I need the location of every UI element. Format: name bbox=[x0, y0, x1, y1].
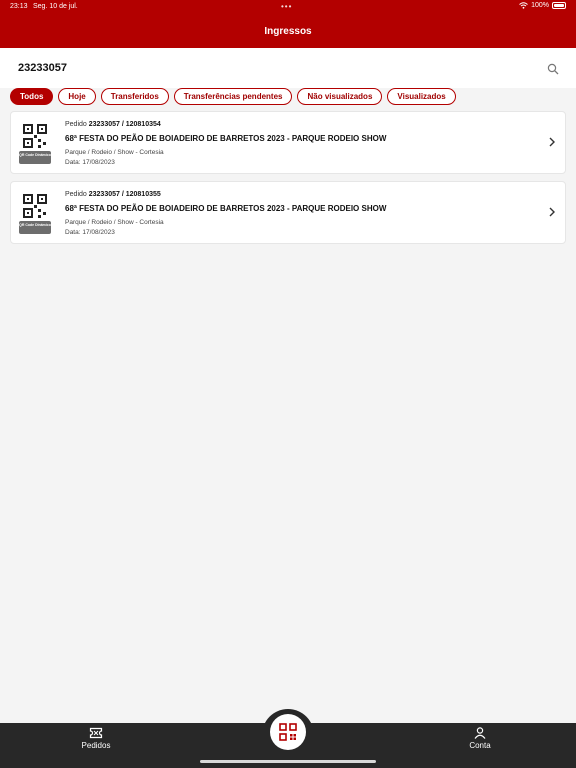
home-indicator bbox=[200, 760, 376, 763]
filter-chip-transferencias-pendentes[interactable]: Transferências pendentes bbox=[173, 88, 293, 105]
order-card[interactable]: QR Code Dinâmico Pedido 23233057 / 12081… bbox=[10, 111, 566, 174]
search-input[interactable]: 23233057 bbox=[18, 62, 67, 74]
qr-scan-button[interactable] bbox=[270, 714, 306, 750]
status-date: Seg. 10 de jul. bbox=[33, 3, 78, 10]
qr-scan-icon bbox=[279, 723, 297, 741]
event-date: Data: 17/08/2023 bbox=[65, 159, 115, 166]
event-date: Data: 17/08/2023 bbox=[65, 229, 115, 236]
chevron-right-icon[interactable] bbox=[549, 137, 555, 147]
tab-conta[interactable]: Conta bbox=[450, 727, 510, 750]
status-time: 23:13 bbox=[10, 3, 28, 10]
ticket-icon bbox=[89, 727, 103, 739]
multitask-dots-icon[interactable]: ••• bbox=[281, 2, 292, 11]
qr-code-thumbnail: QR Code Dinâmico bbox=[19, 194, 51, 234]
filter-chip-nao-visualizados[interactable]: Não visualizados bbox=[297, 88, 383, 105]
event-category: Parque / Rodeio / Show - Cortesia bbox=[65, 219, 164, 226]
battery-icon bbox=[552, 2, 566, 9]
qr-code-icon bbox=[23, 124, 47, 148]
app-header: 23:13 Seg. 10 de jul. ••• 100% Ingressos bbox=[0, 0, 576, 48]
wifi-icon bbox=[519, 2, 528, 9]
order-prefix: Pedido bbox=[65, 121, 87, 128]
filter-chip-visualizados[interactable]: Visualizados bbox=[387, 88, 456, 105]
qr-code-icon bbox=[23, 194, 47, 218]
filter-chip-hoje[interactable]: Hoje bbox=[58, 88, 96, 105]
filter-chip-transferidos[interactable]: Transferidos bbox=[100, 88, 169, 105]
order-number: 23233057 / 120810355 bbox=[88, 191, 161, 198]
status-right: 100% bbox=[519, 2, 566, 9]
event-title: 68ª FESTA DO PEÃO DE BOIADEIRO DE BARRET… bbox=[65, 204, 387, 213]
tab-pedidos[interactable]: Pedidos bbox=[66, 727, 126, 750]
tab-pedidos-label: Pedidos bbox=[81, 741, 111, 750]
filter-chip-todos[interactable]: Todos bbox=[10, 88, 54, 105]
order-number-line: Pedido 23233057 / 120810354 bbox=[65, 121, 161, 128]
user-icon bbox=[474, 727, 486, 739]
order-prefix: Pedido bbox=[65, 191, 87, 198]
page-title: Ingressos bbox=[264, 26, 312, 37]
filter-chips: Todos Hoje Transferidos Transferências p… bbox=[10, 88, 456, 105]
event-title: 68ª FESTA DO PEÃO DE BOIADEIRO DE BARRET… bbox=[65, 134, 387, 143]
order-number: 23233057 / 120810354 bbox=[88, 121, 161, 128]
tab-conta-label: Conta bbox=[469, 741, 491, 750]
search-icon[interactable] bbox=[547, 63, 559, 75]
search-bar: 23233057 bbox=[0, 48, 576, 88]
qr-code-thumbnail: QR Code Dinâmico bbox=[19, 124, 51, 164]
qr-code-label: QR Code Dinâmico bbox=[19, 151, 51, 164]
order-card[interactable]: QR Code Dinâmico Pedido 23233057 / 12081… bbox=[10, 181, 566, 244]
battery-percentage: 100% bbox=[531, 2, 549, 9]
chevron-right-icon[interactable] bbox=[549, 207, 555, 217]
event-category: Parque / Rodeio / Show - Cortesia bbox=[65, 149, 164, 156]
order-number-line: Pedido 23233057 / 120810355 bbox=[65, 191, 161, 198]
qr-code-label: QR Code Dinâmico bbox=[19, 221, 51, 234]
